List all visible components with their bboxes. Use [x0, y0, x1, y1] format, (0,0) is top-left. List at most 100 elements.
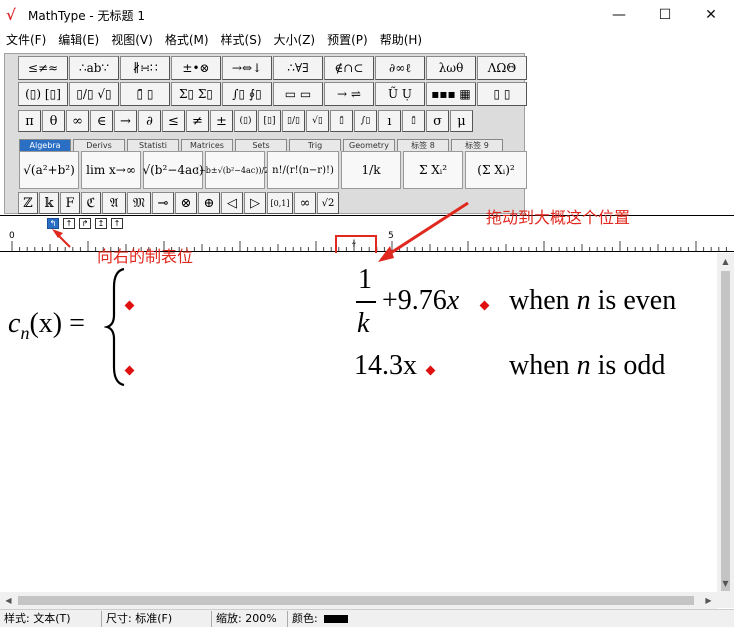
template-interval[interactable]: [0,1]: [267, 192, 293, 214]
template-fraction[interactable]: ▯/▯: [282, 110, 305, 132]
tab-matrices[interactable]: Matrices: [181, 139, 233, 151]
template-square-of-sum[interactable]: (Σ Xᵢ)²: [465, 151, 527, 189]
color-swatch[interactable]: [323, 614, 348, 623]
menu-size[interactable]: 大小(Z): [268, 30, 322, 50]
palette-fences[interactable]: (▯) [▯]: [18, 82, 68, 106]
symbol-fraktur-c[interactable]: ℭ: [81, 192, 101, 214]
symbol-theta[interactable]: θ: [42, 110, 65, 132]
template-overbar[interactable]: ▯̄: [330, 110, 353, 132]
symbol-partial[interactable]: ∂: [138, 110, 161, 132]
palette-products[interactable]: Ũ Ụ: [375, 82, 425, 106]
palette-matrices[interactable]: ▪▪▪ ▦: [426, 82, 476, 106]
symbol-multimap[interactable]: ⊸: [152, 192, 174, 214]
tabstop-right-button[interactable]: ↰: [47, 218, 59, 229]
tab-geometry[interactable]: Geometry: [343, 139, 395, 151]
symbol-left-triangle[interactable]: ◁: [221, 192, 243, 214]
symbol-right-triangle[interactable]: ▷: [244, 192, 266, 214]
template-parentheses[interactable]: (▯): [234, 110, 257, 132]
symbol-sqrt-2[interactable]: √2: [317, 192, 339, 214]
symbol-f[interactable]: F: [60, 192, 80, 214]
tab-derivs[interactable]: Derivs: [73, 139, 125, 151]
menu-file[interactable]: 文件(F): [0, 30, 52, 50]
palette-subscripts[interactable]: ▯̄ ▯: [120, 82, 170, 106]
symbols-row-2: ℤ 𝕜 F ℭ 𝔄 𝔐 ⊸ ⊗ ⊕ ◁ ▷ [0,1] ∞ √2: [18, 192, 340, 214]
menu-edit[interactable]: 编辑(E): [52, 30, 105, 50]
palette-greek-upper[interactable]: ΛΩΘ: [477, 56, 527, 80]
horizontal-scrollbar[interactable]: ◀ ▶: [0, 592, 717, 609]
symbol-right-arrow[interactable]: →: [114, 110, 137, 132]
symbol-pi[interactable]: π: [18, 110, 41, 132]
annotation-right-tab-note: 向右的制表位: [97, 247, 194, 266]
tab-trig[interactable]: Trig: [289, 139, 341, 151]
template-sum-squares[interactable]: Σ Xᵢ²: [403, 151, 463, 189]
symbol-fraktur-m[interactable]: 𝔐: [127, 192, 151, 214]
equation-editor[interactable]: cn(x) = 1 k +9.76x when n is even 14.3x …: [0, 253, 717, 592]
palette-operators[interactable]: ±•⊗: [171, 56, 221, 80]
template-brackets[interactable]: [▯]: [258, 110, 281, 132]
tab-label-8[interactable]: 标签 8: [397, 139, 449, 151]
vertical-scrollbar[interactable]: ▲ ▼: [717, 253, 734, 608]
template-bar[interactable]: ▯̄: [402, 110, 425, 132]
tab-label-9[interactable]: 标签 9: [451, 139, 503, 151]
palette-relations[interactable]: ≤≠≈: [18, 56, 68, 80]
palette-labeled-arrows[interactable]: → ⇌: [324, 82, 374, 106]
annotation-drag-note: 拖动到大概这个位置: [486, 208, 631, 227]
scroll-right-arrow-icon[interactable]: ▶: [700, 592, 717, 609]
menu-style[interactable]: 样式(S): [215, 30, 268, 50]
template-limit[interactable]: lim x→∞: [81, 151, 141, 189]
vertical-scroll-thumb[interactable]: [721, 271, 730, 591]
palette-embellishments[interactable]: ∦∺∷: [120, 56, 170, 80]
symbol-plus-minus[interactable]: ±: [210, 110, 233, 132]
template-combination[interactable]: n!/(r!(n−r)!): [267, 151, 339, 189]
tabstop-left-button[interactable]: ↑: [63, 218, 75, 229]
symbol-infinity-2[interactable]: ∞: [294, 192, 316, 214]
small-symbols-bar: π θ ∞ ∈ → ∂ ≤ ≠ ± (▯) [▯] ▯/▯ √▯ ▯̄ ∫▯ ı…: [18, 110, 474, 132]
tabstop-center-button[interactable]: ↱: [79, 218, 91, 229]
tab-algebra[interactable]: Algebra: [19, 139, 71, 151]
palette-summations[interactable]: Σ▯ Σ▯: [171, 82, 221, 106]
close-button[interactable]: ✕: [688, 0, 734, 30]
palette-greek-lower[interactable]: λωθ: [426, 56, 476, 80]
palette-misc[interactable]: ∂∞ℓ: [375, 56, 425, 80]
palette-arrows[interactable]: →⇔↓: [222, 56, 272, 80]
symbol-otimes[interactable]: ⊗: [175, 192, 197, 214]
menu-format[interactable]: 格式(M): [159, 30, 215, 50]
symbol-sigma[interactable]: σ: [426, 110, 449, 132]
menu-help[interactable]: 帮助(H): [374, 30, 428, 50]
scroll-left-arrow-icon[interactable]: ◀: [0, 592, 17, 609]
palette-boxes[interactable]: ▯ ▯: [477, 82, 527, 106]
minimize-button[interactable]: —: [596, 0, 642, 30]
tabstop-relation-button[interactable]: ↑: [111, 218, 123, 229]
scroll-up-arrow-icon[interactable]: ▲: [717, 253, 734, 270]
tabstop-decimal-button[interactable]: ↥: [95, 218, 107, 229]
palette-bars[interactable]: ▭ ▭: [273, 82, 323, 106]
symbol-integers[interactable]: ℤ: [18, 192, 38, 214]
symbol-mu[interactable]: μ: [450, 110, 473, 132]
symbol-fraktur-a[interactable]: 𝔄: [102, 192, 126, 214]
menu-view[interactable]: 视图(V): [105, 30, 159, 50]
horizontal-scroll-thumb[interactable]: [18, 596, 694, 605]
symbol-oplus[interactable]: ⊕: [198, 192, 220, 214]
symbol-element-of[interactable]: ∈: [90, 110, 113, 132]
palette-integrals[interactable]: ∫▯ ∮▯: [222, 82, 272, 106]
palette-spaces[interactable]: ∴ab∵: [69, 56, 119, 80]
symbol-field-k[interactable]: 𝕜: [39, 192, 59, 214]
symbol-less-equal[interactable]: ≤: [162, 110, 185, 132]
symbol-infinity[interactable]: ∞: [66, 110, 89, 132]
template-hypotenuse[interactable]: √(a²+b²): [19, 151, 79, 189]
menu-preferences[interactable]: 预置(P): [321, 30, 374, 50]
palette-fractions-radicals[interactable]: ▯/▯ √▯: [69, 82, 119, 106]
palette-logic[interactable]: ∴∀∃: [273, 56, 323, 80]
template-reciprocal[interactable]: 1/k: [341, 151, 401, 189]
template-dotless-i[interactable]: ı: [378, 110, 401, 132]
scroll-down-arrow-icon[interactable]: ▼: [717, 575, 734, 592]
template-quadratic-formula[interactable]: (−b±√(b²−4ac))/2a: [196, 151, 274, 189]
template-radical[interactable]: √▯: [306, 110, 329, 132]
template-discriminant[interactable]: √(b²−4ac): [142, 151, 204, 189]
maximize-button[interactable]: ☐: [642, 0, 688, 30]
symbol-not-equal[interactable]: ≠: [186, 110, 209, 132]
tab-statistics[interactable]: Statisti: [127, 139, 179, 151]
template-integral[interactable]: ∫▯: [354, 110, 377, 132]
tab-sets[interactable]: Sets: [235, 139, 287, 151]
palette-sets[interactable]: ∉∩⊂: [324, 56, 374, 80]
